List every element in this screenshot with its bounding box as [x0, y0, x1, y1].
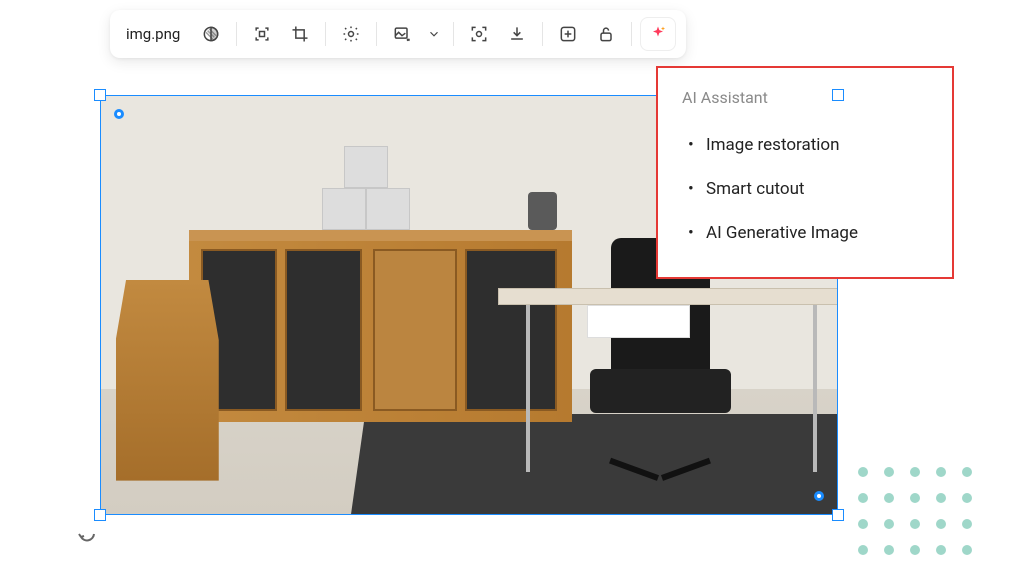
image-content: [366, 188, 410, 230]
image-content: [116, 280, 219, 481]
chevron-down-icon: [427, 27, 441, 41]
ai-assistant-popover: AI Assistant Image restoration Smart cut…: [656, 66, 954, 279]
image-content: [528, 192, 557, 230]
toolbar-separator: [325, 22, 326, 46]
resize-handle-bottom-right[interactable]: [832, 509, 844, 521]
image-content: [322, 188, 366, 230]
crop-button[interactable]: [283, 17, 317, 51]
download-icon: [507, 24, 527, 44]
filename-label: img.png: [120, 25, 190, 43]
resize-icon: [252, 24, 272, 44]
add-icon: [558, 24, 578, 44]
contrast-button[interactable]: [194, 17, 228, 51]
crop-icon: [290, 24, 310, 44]
replace-image-button[interactable]: [385, 17, 419, 51]
ai-assistant-button[interactable]: [640, 17, 676, 51]
replace-image-icon: [392, 24, 412, 44]
toolbar-separator: [236, 22, 237, 46]
gear-icon: [341, 24, 361, 44]
scan-button[interactable]: [462, 17, 496, 51]
toolbar-separator: [376, 22, 377, 46]
toolbar-separator: [631, 22, 632, 46]
menu-item-image-restoration[interactable]: Image restoration: [682, 123, 928, 167]
unlock-icon: [596, 24, 616, 44]
image-content: [587, 305, 690, 338]
popover-menu: Image restoration Smart cutout AI Genera…: [682, 123, 928, 255]
toolbar-separator: [542, 22, 543, 46]
rotate-handle[interactable]: [76, 523, 100, 547]
settings-button[interactable]: [334, 17, 368, 51]
resize-handle-top-right[interactable]: [832, 89, 844, 101]
dropdown-button[interactable]: [423, 17, 445, 51]
rotation-anchor-top-left[interactable]: [114, 109, 124, 119]
sparkle-icon: [648, 24, 668, 44]
resize-handle-top-left[interactable]: [94, 89, 106, 101]
image-content: [344, 146, 388, 188]
scan-icon: [469, 24, 489, 44]
popover-title: AI Assistant: [682, 88, 928, 107]
image-toolbar: img.png: [110, 10, 686, 58]
resize-handle-bottom-left[interactable]: [94, 509, 106, 521]
resize-button[interactable]: [245, 17, 279, 51]
rotate-icon: [76, 523, 100, 547]
toolbar-separator: [453, 22, 454, 46]
menu-item-smart-cutout[interactable]: Smart cutout: [682, 167, 928, 211]
decorative-dot-grid: [858, 467, 974, 557]
add-button[interactable]: [551, 17, 585, 51]
download-button[interactable]: [500, 17, 534, 51]
lock-button[interactable]: [589, 17, 623, 51]
menu-item-ai-generative-image[interactable]: AI Generative Image: [682, 211, 928, 255]
rotation-anchor-bottom-right[interactable]: [814, 491, 824, 501]
contrast-icon: [201, 24, 221, 44]
